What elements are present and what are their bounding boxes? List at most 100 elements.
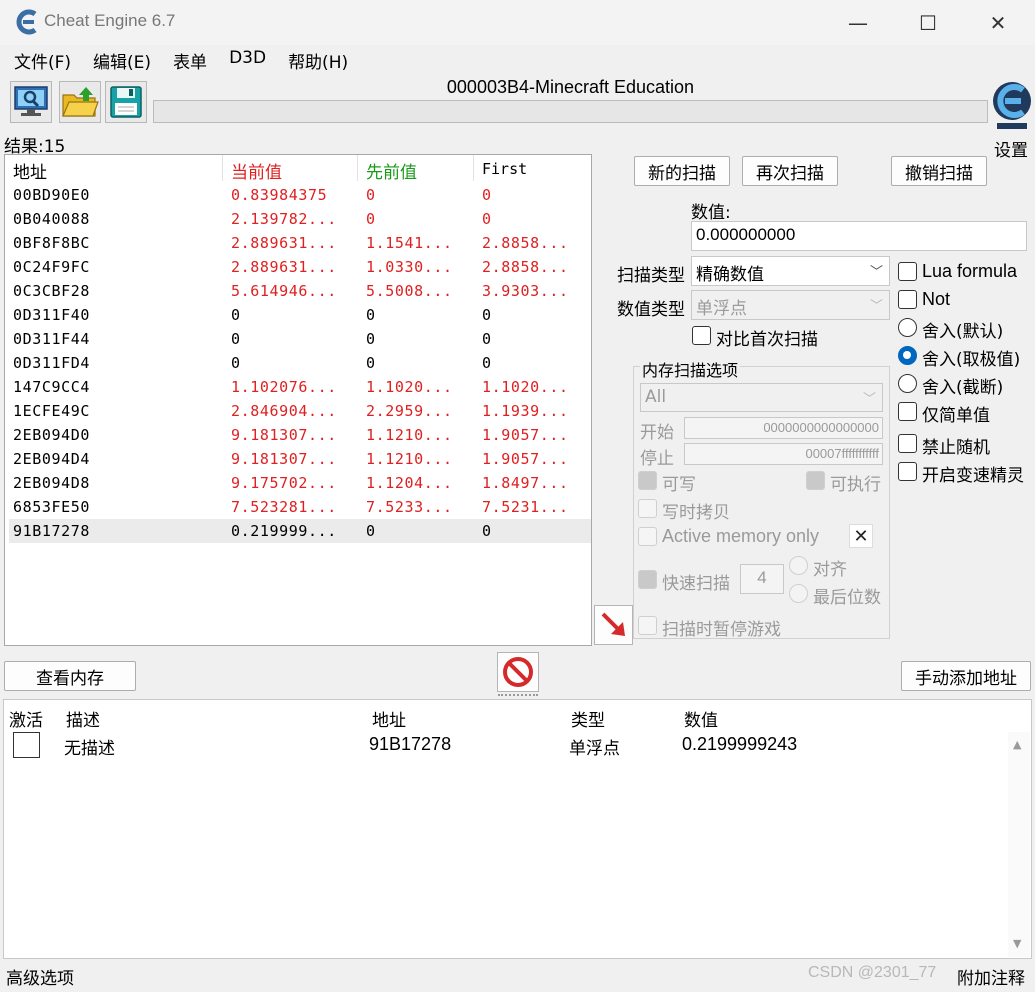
- memory-region-select[interactable]: All ﹀: [640, 383, 883, 412]
- new-scan-button[interactable]: 新的扫描: [634, 156, 730, 186]
- result-row[interactable]: 1ECFE49C 2.846904... 2.2959... 1.1939...: [9, 399, 591, 423]
- process-title: 000003B4-Minecraft Education: [446, 77, 695, 97]
- result-address: 00BD90E0: [13, 186, 91, 204]
- save-button[interactable]: [105, 81, 147, 123]
- open-file-button[interactable]: [59, 81, 101, 123]
- result-row[interactable]: 0C24F9FC 2.889631... 1.0330... 2.8858...: [9, 255, 591, 279]
- column-header-address[interactable]: 地址: [5, 155, 223, 183]
- clear-x-icon[interactable]: ✕: [849, 524, 873, 548]
- result-first-value: 1.1020...: [482, 378, 569, 396]
- result-row[interactable]: 0B040088 2.139782... 0 0: [9, 207, 591, 231]
- addr-col-type[interactable]: 类型: [571, 706, 605, 731]
- simple-values-checkbox[interactable]: [898, 402, 917, 421]
- last-digits-radio[interactable]: [789, 584, 808, 603]
- addr-col-active[interactable]: 激活: [9, 706, 43, 731]
- result-previous-value: 0: [366, 522, 376, 540]
- stop-scan-button[interactable]: [497, 652, 539, 692]
- executable-checkbox[interactable]: [806, 471, 825, 490]
- floppy-disk-icon: [110, 86, 142, 118]
- add-selected-to-list-button[interactable]: [594, 605, 633, 645]
- view-memory-button[interactable]: 查看内存: [4, 661, 136, 691]
- annotate-link[interactable]: 附加注释: [957, 964, 1025, 989]
- compare-first-checkbox[interactable]: [692, 326, 711, 345]
- result-row[interactable]: 91B17278 0.219999... 0 0: [9, 519, 591, 543]
- address-list[interactable]: 激活 描述 地址 类型 数值 无描述 91B17278 单浮点 0.219999…: [3, 699, 1032, 959]
- result-row[interactable]: 2EB094D8 9.175702... 1.1204... 1.8497...: [9, 471, 591, 495]
- maximize-button[interactable]: ☐: [893, 0, 963, 45]
- stop-address-label: 停止: [640, 449, 674, 469]
- result-row[interactable]: 6853FE50 7.523281... 7.5233... 7.5231...: [9, 495, 591, 519]
- addr-row-address[interactable]: 91B17278: [369, 734, 451, 755]
- result-row[interactable]: 2EB094D0 9.181307... 1.1210... 1.9057...: [9, 423, 591, 447]
- result-row[interactable]: 0D311FD4 0 0 0: [9, 351, 591, 375]
- not-checkbox[interactable]: [898, 290, 917, 309]
- lua-formula-label: Lua formula: [922, 261, 1018, 281]
- result-row[interactable]: 00BD90E0 0.83984375 0 0: [9, 183, 591, 207]
- active-checkbox[interactable]: [13, 732, 40, 758]
- scroll-up-icon[interactable]: ▲: [1013, 738, 1021, 751]
- result-row[interactable]: 0C3CBF28 5.614946... 5.5008... 3.9303...: [9, 279, 591, 303]
- start-address-input[interactable]: 0000000000000000: [684, 417, 883, 439]
- value-type-select[interactable]: 单浮点 ﹀: [691, 290, 890, 320]
- add-address-manually-button[interactable]: 手动添加地址: [901, 661, 1031, 691]
- close-button[interactable]: ✕: [963, 0, 1033, 45]
- column-header-current[interactable]: 当前值: [223, 155, 358, 183]
- addr-col-address[interactable]: 地址: [372, 706, 406, 731]
- addr-col-description[interactable]: 描述: [66, 706, 100, 731]
- result-previous-value: 5.5008...: [366, 282, 453, 300]
- result-row[interactable]: 2EB094D4 9.181307... 1.1210... 1.9057...: [9, 447, 591, 471]
- undo-scan-button[interactable]: 撤销扫描: [891, 156, 987, 186]
- column-header-previous[interactable]: 先前值: [358, 155, 474, 183]
- speedhack-checkbox[interactable]: [898, 462, 917, 481]
- minimize-button[interactable]: —: [823, 0, 893, 45]
- pause-game-checkbox[interactable]: [638, 616, 657, 635]
- addr-row-value[interactable]: 0.2199999243: [682, 734, 797, 755]
- scan-result-list[interactable]: 地址 当前值 先前值 First 00BD90E0 0.83984375 0 0 0B0…: [4, 154, 592, 646]
- column-header-first[interactable]: First: [474, 155, 591, 181]
- menu-edit[interactable]: 编辑(E): [93, 45, 151, 74]
- not-label: Not: [922, 289, 951, 309]
- result-row[interactable]: 147C9CC4 1.102076... 1.1020... 1.1020...: [9, 375, 591, 399]
- copy-on-write-checkbox[interactable]: [638, 499, 657, 518]
- result-first-value: 1.8497...: [482, 474, 569, 492]
- result-previous-value: 0: [366, 186, 376, 204]
- result-previous-value: 0: [366, 210, 376, 228]
- addr-col-value[interactable]: 数值: [684, 706, 718, 731]
- result-first-value: 0: [482, 306, 492, 324]
- menu-help[interactable]: 帮助(H): [288, 45, 348, 74]
- fast-scan-value-input[interactable]: 4: [740, 564, 784, 594]
- round-truncate-radio[interactable]: [898, 374, 917, 393]
- simple-values-label: 仅简单值: [922, 406, 990, 426]
- menu-table[interactable]: 表单: [173, 45, 207, 74]
- stop-address-input[interactable]: 00007fffffffffff: [684, 443, 883, 465]
- address-list-scrollbar[interactable]: ▲ ▼: [1008, 732, 1030, 957]
- result-current-value: 9.175702...: [231, 474, 337, 492]
- scan-type-select[interactable]: 精确数值 ﹀: [691, 256, 890, 286]
- addr-row-type[interactable]: 单浮点: [569, 734, 620, 759]
- scroll-down-icon[interactable]: ▼: [1013, 937, 1021, 950]
- open-process-button[interactable]: [10, 81, 52, 123]
- writable-checkbox[interactable]: [638, 471, 657, 490]
- addr-row-description[interactable]: 无描述: [64, 734, 115, 759]
- next-scan-button[interactable]: 再次扫描: [742, 156, 838, 186]
- round-default-radio[interactable]: [898, 318, 917, 337]
- value-type-value: 单浮点: [696, 299, 747, 319]
- active-memory-checkbox[interactable]: [638, 527, 657, 546]
- advanced-options-link[interactable]: 高级选项: [6, 964, 74, 989]
- result-row[interactable]: 0D311F40 0 0 0: [9, 303, 591, 327]
- menu-d3d[interactable]: D3D: [229, 45, 266, 74]
- splitter-handle[interactable]: [498, 694, 538, 698]
- alignment-radio[interactable]: [789, 556, 808, 575]
- menu-file[interactable]: 文件(F): [14, 45, 71, 74]
- cheat-engine-logo-icon[interactable]: [991, 77, 1033, 133]
- value-input[interactable]: 0.000000000: [691, 221, 1027, 251]
- result-address: 2EB094D0: [13, 426, 91, 444]
- fast-scan-checkbox[interactable]: [638, 570, 657, 589]
- result-row[interactable]: 0D311F44 0 0 0: [9, 327, 591, 351]
- result-row[interactable]: 0BF8F8BC 2.889631... 1.1541... 2.8858...: [9, 231, 591, 255]
- round-extreme-radio[interactable]: [898, 346, 917, 365]
- settings-link[interactable]: 设置: [994, 136, 1028, 161]
- lua-formula-checkbox[interactable]: [898, 262, 917, 281]
- no-random-checkbox[interactable]: [898, 434, 917, 453]
- scan-type-value: 精确数值: [696, 265, 764, 285]
